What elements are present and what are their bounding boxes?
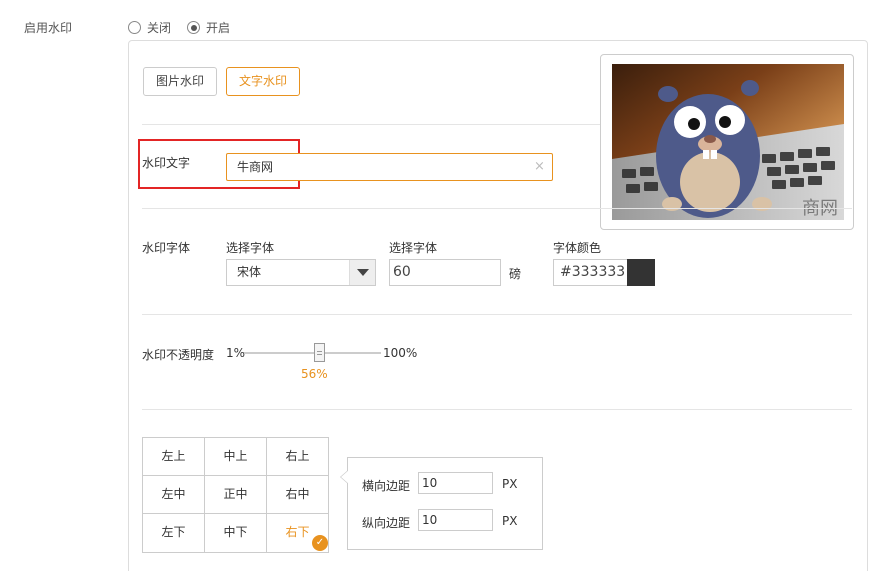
horizontal-margin-unit: PX xyxy=(502,477,518,491)
opacity-slider-handle[interactable] xyxy=(314,343,325,362)
radio-on[interactable]: 开启 xyxy=(187,19,230,36)
vertical-margin-label: 纵向边距 xyxy=(362,516,411,530)
position-top-left[interactable]: 左上 xyxy=(143,438,205,476)
image-watermark-tab[interactable]: 图片水印 xyxy=(143,67,218,96)
font-size-unit: 磅 xyxy=(509,267,522,281)
divider xyxy=(142,409,852,410)
horizontal-margin-input[interactable]: 10 xyxy=(418,472,493,494)
watermark-preview: 商网 xyxy=(600,54,854,230)
position-middle-right[interactable]: 右中 xyxy=(267,476,328,514)
radio-on-label: 开启 xyxy=(206,21,231,35)
enable-watermark-label: 启用水印 xyxy=(24,21,73,35)
font-family-label: 选择字体 xyxy=(226,241,275,255)
font-family-select[interactable]: 宋体 xyxy=(226,259,376,286)
font-color-swatch[interactable] xyxy=(627,259,655,286)
margin-settings-popover xyxy=(340,457,543,550)
radio-on-circle[interactable] xyxy=(187,21,201,34)
horizontal-margin-label: 横向边距 xyxy=(362,479,411,493)
vertical-margin-input[interactable]: 10 xyxy=(418,509,493,531)
text-watermark-tab[interactable]: 文字水印 xyxy=(226,67,301,96)
enable-radio-group: 关闭 开启 xyxy=(128,19,230,36)
position-middle-left[interactable]: 左中 xyxy=(143,476,205,514)
radio-off-circle[interactable] xyxy=(128,21,141,34)
font-size-input[interactable]: 60 xyxy=(389,259,501,286)
position-top-right[interactable]: 右上 xyxy=(267,438,328,476)
watermark-text-label: 水印文字 xyxy=(142,156,191,170)
opacity-min-label: 1% xyxy=(226,346,246,360)
position-bottom-center[interactable]: 中下 xyxy=(205,514,267,552)
dropdown-arrow-icon[interactable] xyxy=(349,260,375,285)
position-bottom-left[interactable]: 左下 xyxy=(143,514,205,552)
opacity-max-label: 100% xyxy=(383,346,418,360)
position-grid: 左上 中上 右上 左中 正中 右中 左下 中下 右下 xyxy=(142,437,329,553)
radio-off[interactable]: 关闭 xyxy=(128,19,171,36)
font-section-label: 水印字体 xyxy=(142,241,191,255)
watermark-text-input[interactable]: 牛商网 xyxy=(226,153,553,181)
position-top-center[interactable]: 中上 xyxy=(205,438,267,476)
divider xyxy=(142,314,852,315)
vertical-margin-unit: PX xyxy=(502,514,518,528)
position-center[interactable]: 正中 xyxy=(205,476,267,514)
opacity-value-label: 56% xyxy=(301,367,328,381)
divider xyxy=(142,208,852,209)
font-family-value: 宋体 xyxy=(237,265,262,279)
opacity-label: 水印不透明度 xyxy=(142,348,215,362)
gopher-preview-image: 商网 xyxy=(612,64,844,220)
clear-icon[interactable]: × xyxy=(534,159,545,174)
opacity-slider-track[interactable] xyxy=(244,352,381,354)
font-size-label: 选择字体 xyxy=(389,241,438,255)
radio-off-label: 关闭 xyxy=(147,21,172,35)
checkmark-icon: ✓ xyxy=(312,535,328,551)
font-color-label: 字体颜色 xyxy=(553,241,602,255)
font-color-input[interactable]: #333333 xyxy=(553,259,628,286)
